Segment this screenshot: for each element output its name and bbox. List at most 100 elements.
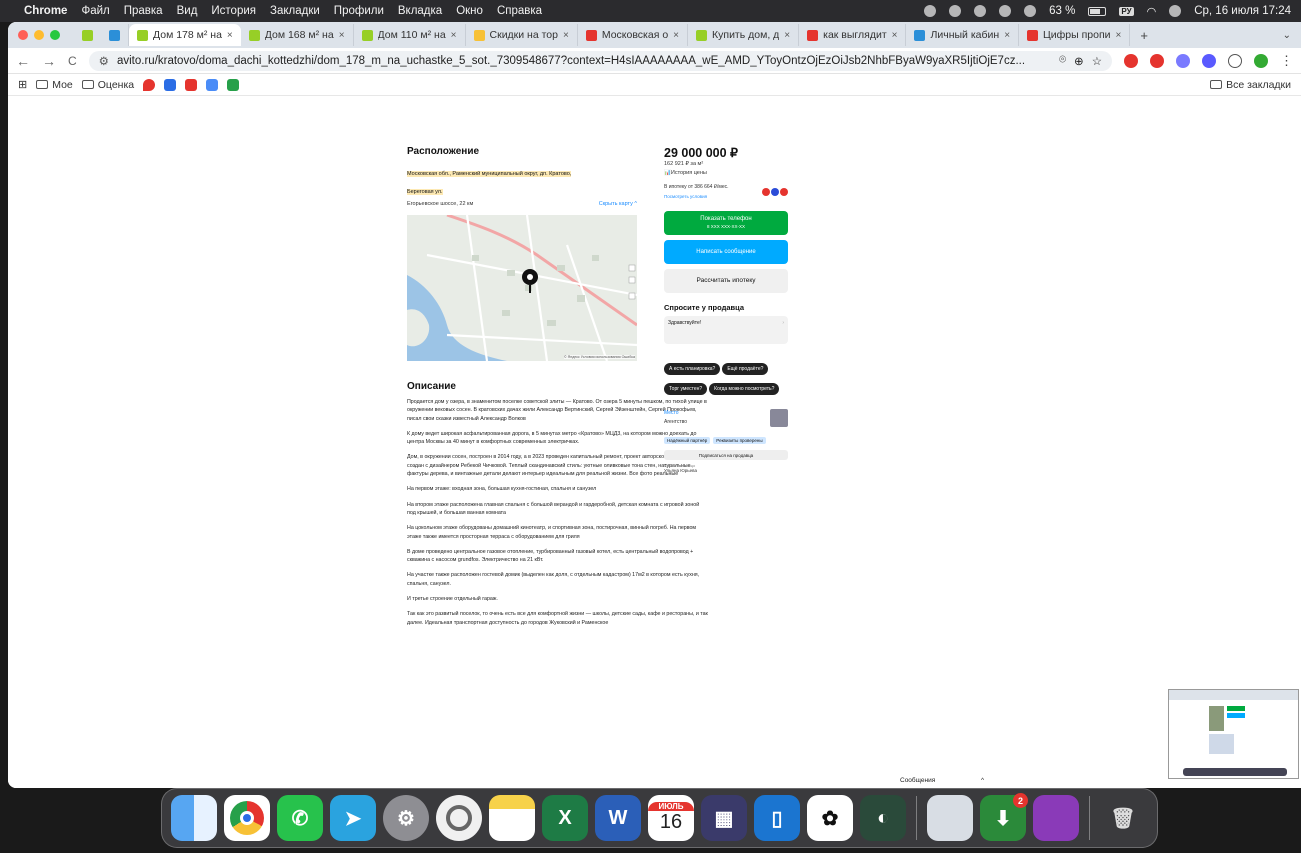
subscribe-button[interactable]: Подписаться на продавца (664, 450, 788, 460)
tab-close-icon[interactable]: × (1116, 30, 1122, 41)
menu-profiles[interactable]: Профили (334, 5, 384, 17)
screenshot-thumbnail[interactable] (1168, 689, 1299, 779)
browser-tab[interactable]: Скидки на тор × (466, 24, 578, 46)
chrome-menu-icon[interactable]: ⋮ (1280, 53, 1293, 69)
tab-close-icon[interactable]: × (1004, 30, 1010, 41)
bookmark-folder-moe[interactable]: Мое (36, 79, 73, 91)
menu-edit[interactable]: Правка (124, 5, 163, 17)
battery-icon[interactable] (1088, 6, 1107, 16)
write-message-button[interactable]: Написать сообщение (664, 240, 788, 264)
chevron-up-icon[interactable]: ^ (981, 777, 984, 784)
control-center-icon[interactable] (1169, 5, 1182, 17)
browser-tab[interactable]: Купить дом, д × (688, 24, 800, 46)
browser-tab[interactable]: как выглядит × (799, 24, 907, 46)
tab-close-icon[interactable]: × (563, 30, 569, 41)
bluetooth-icon[interactable] (1024, 5, 1037, 17)
menu-window[interactable]: Окно (456, 5, 483, 17)
price-history-link[interactable]: 📊История цены (664, 169, 789, 178)
menu-history[interactable]: История (211, 5, 256, 17)
calendar-icon[interactable]: ИЮЛЬ 16 (648, 795, 694, 841)
menu-help[interactable]: Справка (497, 5, 542, 17)
apps-grid-icon[interactable]: ⊞ (18, 78, 27, 91)
browser-tab[interactable]: Личный кабин × (906, 24, 1020, 46)
system-settings-icon[interactable]: ⚙ (383, 795, 429, 841)
menu-file[interactable]: Файл (81, 5, 109, 17)
chatgpt-icon[interactable]: ✿ (807, 795, 853, 841)
quick-question-chip[interactable]: А есть планировка? (664, 363, 721, 375)
messages-panel[interactable]: Сообщения ^ (890, 773, 994, 788)
seller-avatar[interactable] (770, 409, 788, 427)
tab-search-chevron-icon[interactable]: ⌄ (1283, 30, 1291, 41)
bookmark-icon[interactable] (206, 78, 219, 91)
all-bookmarks[interactable]: Все закладки (1210, 79, 1291, 91)
site-info-icon[interactable]: ⚙ (99, 54, 109, 68)
send-icon[interactable]: › (782, 320, 784, 326)
status-icon[interactable] (974, 5, 987, 17)
seller-name-link[interactable]: Место (664, 409, 687, 418)
pinned-tab[interactable] (101, 24, 129, 46)
app-menu[interactable]: Chrome (24, 5, 67, 17)
zoom-icon[interactable]: ⊕ (1074, 54, 1084, 68)
browser-tab[interactable]: Цифры пропи × (1019, 24, 1131, 46)
tab-close-icon[interactable]: × (784, 30, 790, 41)
bookmark-star-icon[interactable]: ☆ (1092, 54, 1102, 68)
menu-bookmarks[interactable]: Закладки (270, 5, 320, 17)
profile-icon[interactable] (1254, 53, 1268, 68)
location-map[interactable]: © Яндекс Условия использования Ошибка (407, 215, 637, 361)
extensions-puzzle-icon[interactable] (1228, 53, 1242, 68)
extension-icon[interactable] (1202, 53, 1216, 68)
zoom-window-button[interactable] (50, 30, 60, 40)
excel-icon[interactable]: X (542, 795, 588, 841)
wifi-icon[interactable]: ◠ (1147, 5, 1157, 18)
pinned-tab[interactable] (74, 24, 101, 46)
word-icon[interactable]: W (595, 795, 641, 841)
whatsapp-icon[interactable]: ✆ (277, 795, 323, 841)
launchpad-icon[interactable]: ▦ (701, 795, 747, 841)
menu-view[interactable]: Вид (177, 5, 198, 17)
tab-close-icon[interactable]: × (892, 30, 898, 41)
tab-close-icon[interactable]: × (451, 30, 457, 41)
chrome-icon[interactable] (224, 795, 270, 841)
trash-icon[interactable]: 🗑 (1100, 795, 1146, 841)
extension-icon[interactable] (1176, 53, 1190, 68)
status-icon[interactable] (949, 5, 962, 17)
bookmark-icon[interactable] (227, 78, 240, 91)
forward-button[interactable]: → (42, 53, 56, 69)
menu-tab[interactable]: Вкладка (398, 5, 442, 17)
tab-close-icon[interactable]: × (673, 30, 679, 41)
extension-icon[interactable] (1150, 53, 1164, 68)
map-zoom-out-button[interactable] (629, 277, 635, 283)
preview-icon[interactable] (927, 795, 973, 841)
extension-icon[interactable] (1124, 53, 1138, 68)
menubar-clock[interactable]: Ср, 16 июля 17:24 (1194, 5, 1291, 17)
map-zoom-in-button[interactable] (629, 265, 635, 271)
input-language[interactable]: РУ (1119, 6, 1134, 16)
app-icon[interactable] (436, 795, 482, 841)
quick-question-chip[interactable]: Торг уместен? (664, 383, 708, 395)
address-bar[interactable]: ⚙ avito.ru/kratovo/doma_dachi_kottedzhi/… (88, 50, 1112, 71)
finder-icon[interactable] (171, 795, 217, 841)
browser-tab[interactable]: Дом 168 м² на × (241, 24, 354, 46)
location-icon[interactable]: ⌾ (1059, 54, 1066, 67)
map-geolocate-button[interactable] (629, 293, 635, 299)
minimize-window-button[interactable] (34, 30, 44, 40)
browser-tab[interactable]: Дом 110 м² на × (354, 24, 466, 46)
new-tab-button[interactable]: + (1140, 28, 1148, 43)
back-button[interactable]: ← (16, 53, 30, 69)
reload-button[interactable]: C (68, 54, 77, 68)
mortgage-conditions-link[interactable]: Посмотреть условия (664, 192, 729, 201)
battery-percent[interactable]: 63 % (1049, 5, 1075, 17)
status-icon[interactable] (924, 5, 937, 17)
tab-close-icon[interactable]: × (227, 30, 233, 41)
ask-seller-input[interactable]: Здравствуйте! › (664, 316, 788, 344)
status-icon[interactable] (999, 5, 1012, 17)
show-phone-button[interactable]: Показать телефон 8 XXX XXX-XX-XX (664, 211, 788, 235)
notebook-icon[interactable] (1033, 795, 1079, 841)
browser-tab[interactable]: Дом 178 м² на × (129, 24, 241, 46)
hide-map-link[interactable]: Скрыть карту ^ (599, 200, 637, 209)
telegram-icon[interactable]: ➤ (330, 795, 376, 841)
youtube-icon[interactable] (185, 78, 198, 91)
bookmark-icon[interactable] (164, 78, 177, 91)
browser-tab[interactable]: Московская о × (578, 24, 689, 46)
notes-icon[interactable] (489, 795, 535, 841)
